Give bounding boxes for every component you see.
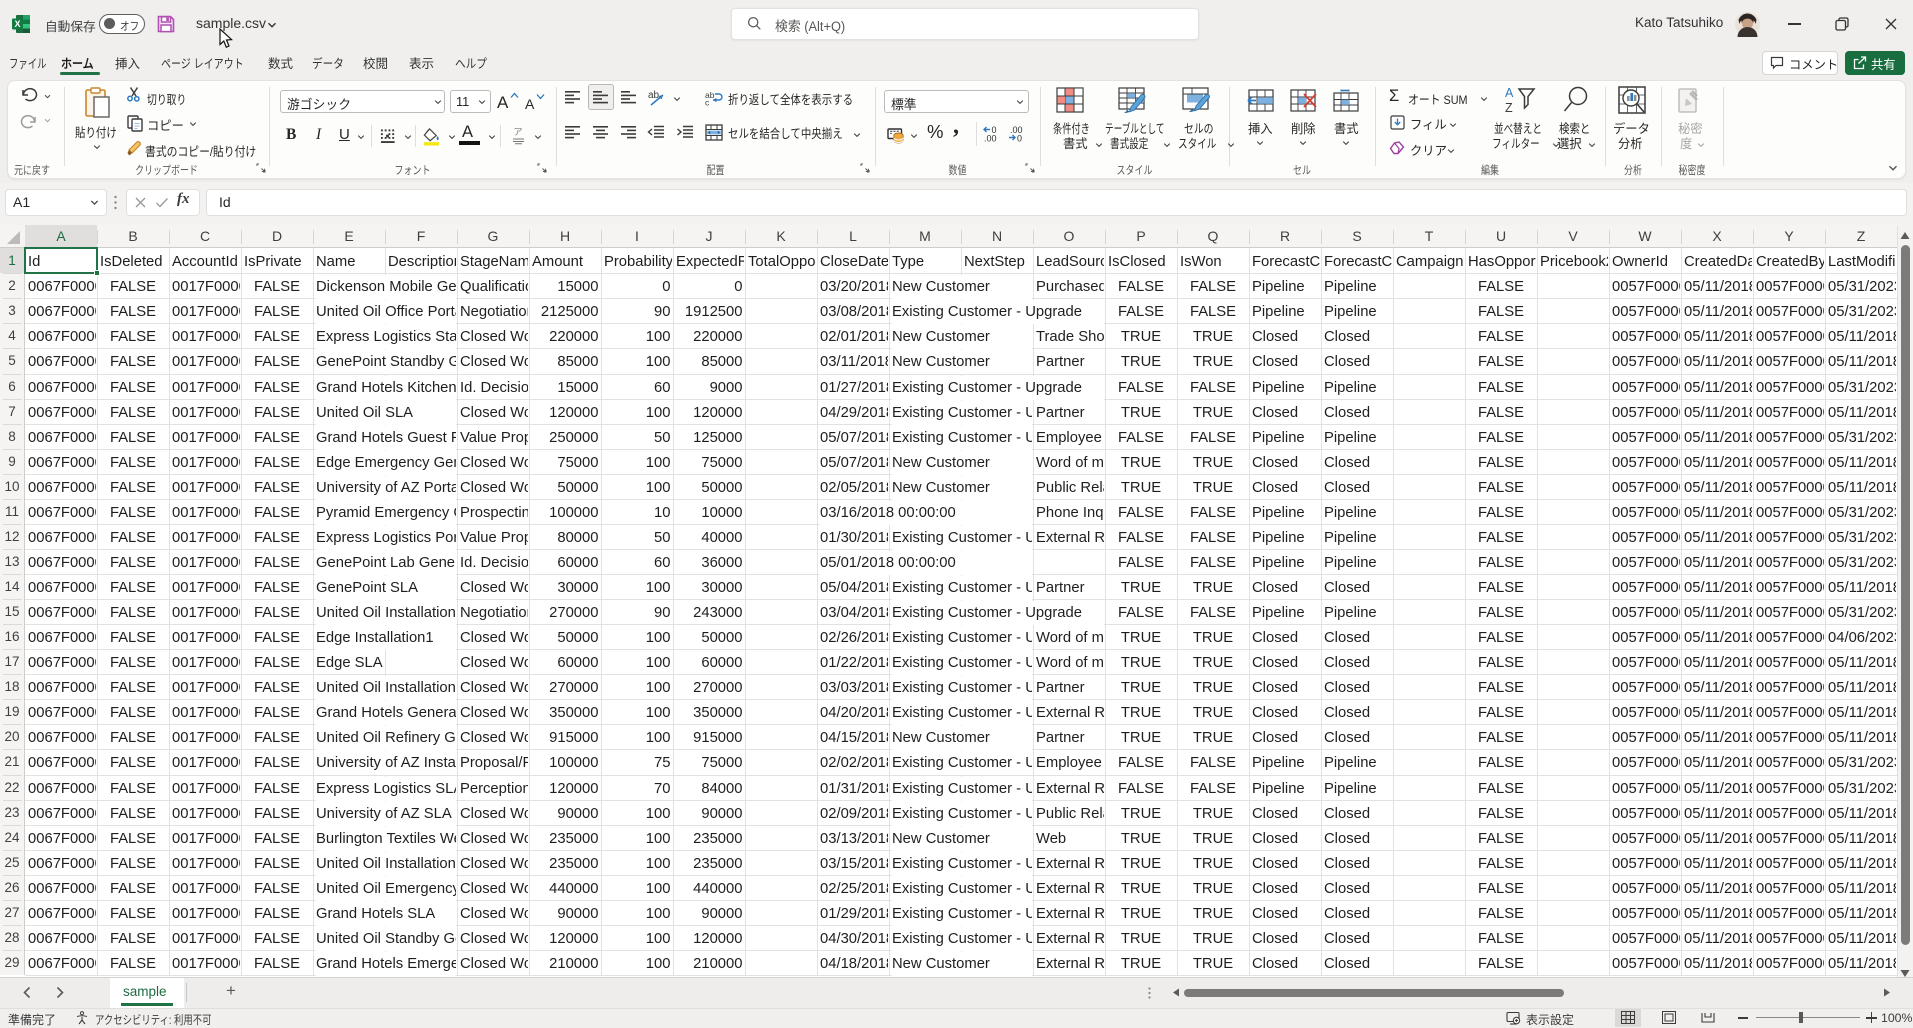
svg-text:Z: Z	[1505, 101, 1513, 114]
svg-text:X: X	[14, 19, 20, 29]
svg-text:A: A	[1505, 86, 1514, 100]
svg-text:ア: ア	[513, 127, 522, 137]
svg-text:0: 0	[1017, 134, 1022, 143]
svg-text:.00: .00	[984, 134, 997, 143]
